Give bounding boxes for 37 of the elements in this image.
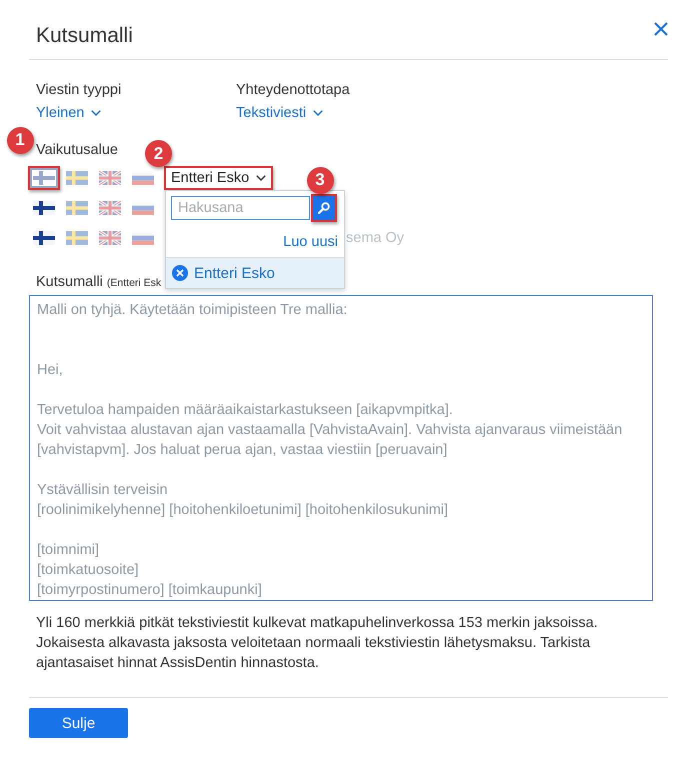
person-dropdown[interactable]: Entteri Esko xyxy=(166,168,272,188)
chevron-down-icon xyxy=(313,110,324,116)
british-flag-icon[interactable] xyxy=(99,231,121,245)
step-number-badge: 1 xyxy=(6,126,34,154)
dialog-title: Kutsumalli xyxy=(36,23,133,49)
close-button[interactable] xyxy=(654,22,668,36)
section-label: Vaikutusalue xyxy=(36,141,118,160)
chevron-down-icon xyxy=(91,110,102,116)
step-number-badge: 3 xyxy=(306,166,334,194)
dropdown[interactable]: Yleinen xyxy=(36,103,102,123)
russian-flag-icon[interactable] xyxy=(132,171,154,185)
swedish-flag-icon[interactable] xyxy=(66,201,88,215)
swedish-flag-icon[interactable] xyxy=(66,171,88,185)
x-circle-icon xyxy=(172,265,188,281)
template-field[interactable]: Malli on tyhjä. Käytetään toimipisteen Tre mallia: Hei, Tervetuloa hampaiden määräaikaistarkastukseen [aikapvmpitka]. Voit vahvistaa alustavan ajan vastaamalla [VahvistaAvain]. Vahvista ajanvaraus viimeistään [vahvistapvm]. Jos haluat perua ajan, vastaa viestiin [peruavain] Ystävällisin terveisin [roolinimikelyhenne] [hoitohenkiloetunimi] [hoitohenkilosukunimi] [toimnimi] [toimkatuosoite] [toimyrpostinumero] [toimkaupunki] xyxy=(29,295,653,601)
field-label: Kutsumalli xyxy=(36,273,103,292)
step-number-badge: 2 xyxy=(145,140,172,167)
swedish-flag-icon[interactable] xyxy=(66,231,88,245)
info-text: Yli 160 merkkiä pitkät tekstiviestit kulkevat matkapuhelinverkossa 153 merkin jaksoissa. Jokaisesta alkavasta jaksosta veloitetaan normaali tekstiviestin lähetysmaksu. Tarkista ajantasaiset hinnat AssisDentin hinnastosta. xyxy=(36,614,599,673)
search-icon xyxy=(318,202,330,214)
close-dialog-button[interactable]: Sulje xyxy=(29,708,128,738)
dropdown[interactable]: Tekstiviesti xyxy=(236,103,324,123)
british-flag-icon[interactable] xyxy=(99,171,121,185)
close-icon xyxy=(654,22,668,36)
russian-flag-icon[interactable] xyxy=(132,231,154,245)
finnish-flag-icon[interactable] xyxy=(33,231,55,245)
chevron-down-icon xyxy=(256,175,266,181)
field-label: Viestin tyyppi xyxy=(36,81,122,100)
russian-flag-icon[interactable] xyxy=(132,201,154,215)
clinic-name-text: sema Oy xyxy=(346,230,404,246)
field-label: Yhteydenottotapa xyxy=(236,81,350,100)
search-field[interactable]: Hakusana xyxy=(171,196,310,220)
person-list-item[interactable]: Entteri Esko xyxy=(166,257,344,288)
field-note: (Entteri Esk xyxy=(106,277,162,289)
british-flag-icon[interactable] xyxy=(99,201,121,215)
finnish-flag-icon[interactable] xyxy=(33,201,55,215)
create-new-link[interactable]: Luo uusi xyxy=(283,233,338,251)
